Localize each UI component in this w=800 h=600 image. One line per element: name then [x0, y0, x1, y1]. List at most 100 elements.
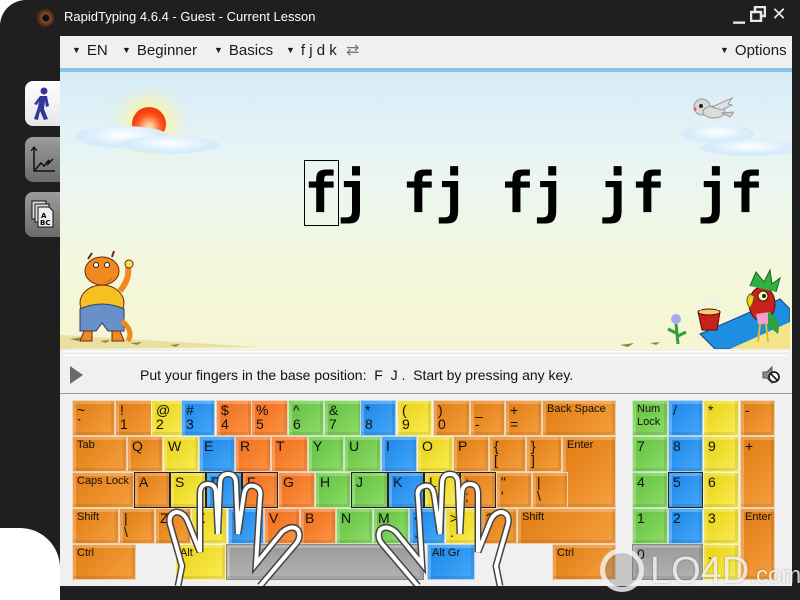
bird-illustration	[693, 96, 734, 119]
numpad-key-enter[interactable]: Enter	[740, 508, 775, 580]
sidebar-tab-statistics[interactable]	[25, 137, 60, 182]
numpad-key-6[interactable]: 6	[703, 472, 739, 508]
key-m[interactable]: M	[373, 508, 409, 544]
numpad-key-9[interactable]: 9	[703, 436, 739, 472]
key-symbol[interactable]: " '	[496, 472, 532, 508]
key-label-bottom: 6	[293, 416, 301, 432]
minimize-icon[interactable]: ▁	[730, 6, 748, 24]
refresh-icon[interactable]: ⇄	[346, 40, 359, 59]
key-alt-gr[interactable]: Alt Gr	[427, 544, 475, 580]
key-symbol[interactable]: :;	[460, 472, 496, 508]
key-symbol[interactable]: #3	[181, 400, 215, 436]
key-ctrl[interactable]: Ctrl	[72, 544, 136, 580]
key-shift[interactable]: Shift	[72, 508, 119, 544]
key-symbol[interactable]: ~ `	[72, 400, 115, 436]
key-label-top: L	[429, 474, 437, 490]
key-symbol[interactable]: ^ 6	[288, 400, 324, 436]
numpad-key-4[interactable]: 4	[632, 472, 668, 508]
numpad-key--[interactable]: *	[703, 400, 739, 436]
key-e[interactable]: E	[199, 436, 235, 472]
key-v[interactable]: V	[264, 508, 300, 544]
key-symbol[interactable]: }]	[526, 436, 562, 472]
key-ctrl[interactable]: Ctrl	[552, 544, 616, 580]
key-label-top: H	[320, 474, 331, 490]
key-symbol[interactable]: >.	[445, 508, 481, 544]
numpad-key--[interactable]: .	[703, 544, 739, 580]
key-symbol[interactable]: & 7	[324, 400, 362, 436]
key-space[interactable]	[226, 544, 424, 580]
key-back-space[interactable]: Back Space	[542, 400, 616, 436]
numpad-key-8[interactable]: 8	[668, 436, 703, 472]
key-y[interactable]: Y	[308, 436, 344, 472]
key-w[interactable]: W	[163, 436, 199, 472]
key-u[interactable]: U	[344, 436, 381, 472]
key-enter[interactable]: Enter	[562, 436, 616, 508]
numpad-key-7[interactable]: 7	[632, 436, 668, 472]
key-q[interactable]: Q	[127, 436, 163, 472]
numpad-key-5[interactable]: 5	[668, 472, 703, 508]
key-shift[interactable]: Shift	[517, 508, 616, 544]
key-symbol[interactable]: % 5	[251, 400, 288, 436]
key-a[interactable]: A	[134, 472, 170, 508]
key-symbol[interactable]: $4	[216, 400, 252, 436]
options-dropdown[interactable]: ▼ Options	[720, 42, 787, 59]
key-label: Caps Lock	[77, 475, 129, 487]
key-symbol[interactable]: <,	[409, 508, 445, 544]
key-symbol[interactable]: + =	[505, 400, 542, 436]
key-k[interactable]: K	[388, 472, 424, 508]
key-label: Enter	[567, 439, 594, 451]
key-f[interactable]: F	[242, 472, 278, 508]
key-c[interactable]: C	[228, 508, 264, 544]
key-caps-lock[interactable]: Caps Lock	[72, 472, 134, 508]
key-label-bottom: .	[450, 524, 454, 540]
course-dropdown[interactable]: ▼ Basics	[214, 42, 273, 59]
numpad-key--[interactable]: -	[740, 400, 775, 436]
key-label-top: #	[186, 402, 194, 418]
key-d[interactable]: D	[206, 472, 242, 508]
lesson-dropdown[interactable]: ▼ f j d k	[286, 42, 337, 59]
key-j[interactable]: J	[351, 472, 388, 508]
numpad-key-2[interactable]: 2	[668, 508, 703, 544]
key-p[interactable]: P	[453, 436, 489, 472]
key-tab[interactable]: Tab	[72, 436, 127, 472]
key-n[interactable]: N	[336, 508, 373, 544]
key-symbol[interactable]: | \	[532, 472, 568, 508]
key-label-bottom: \	[124, 524, 128, 540]
key-o[interactable]: O	[417, 436, 453, 472]
key-symbol[interactable]: ? /	[481, 508, 517, 544]
key-i[interactable]: I	[381, 436, 417, 472]
key-symbol[interactable]: ) 0	[433, 400, 470, 436]
key-label-top: }	[531, 438, 536, 454]
key-h[interactable]: H	[315, 472, 351, 508]
key-t[interactable]: T	[271, 436, 308, 472]
key-x[interactable]: X	[191, 508, 227, 544]
sidebar-tab-editor[interactable]: A BC	[25, 192, 60, 237]
key-g[interactable]: G	[278, 472, 315, 508]
sidebar-tab-lesson[interactable]	[25, 81, 60, 126]
restore-icon[interactable]	[749, 5, 767, 24]
key-symbol[interactable]: | \	[119, 508, 155, 544]
title-bar[interactable]: RapidTyping 4.6.4 - Guest - Current Less…	[0, 0, 800, 36]
level-dropdown[interactable]: ▼ Beginner	[122, 42, 197, 59]
key-l[interactable]: L	[424, 472, 460, 508]
key-symbol[interactable]: * 8	[360, 400, 396, 436]
key-z[interactable]: Z	[155, 508, 191, 544]
key-r[interactable]: R	[235, 436, 271, 472]
numpad-key--[interactable]: /	[668, 400, 703, 436]
numpad-key-1[interactable]: 1	[632, 508, 668, 544]
key-symbol[interactable]: (9	[397, 400, 432, 436]
key-b[interactable]: B	[300, 508, 336, 544]
key-symbol[interactable]: _ -	[470, 400, 505, 436]
numpad-key-num-lock[interactable]: Num Lock	[632, 400, 668, 436]
numpad-key-3[interactable]: 3	[703, 508, 739, 544]
key-label-bottom: \	[537, 488, 541, 504]
language-dropdown[interactable]: ▼ EN	[72, 42, 108, 59]
numpad-key-0[interactable]: 0	[632, 544, 703, 580]
key-alt[interactable]: Alt	[175, 544, 226, 580]
sound-muted-icon[interactable]	[761, 365, 781, 385]
close-icon[interactable]: ✕	[770, 6, 788, 24]
numpad-key--[interactable]: +	[740, 436, 775, 508]
key-symbol[interactable]: {[	[489, 436, 526, 472]
play-icon[interactable]	[70, 366, 83, 384]
key-s[interactable]: S	[170, 472, 206, 508]
